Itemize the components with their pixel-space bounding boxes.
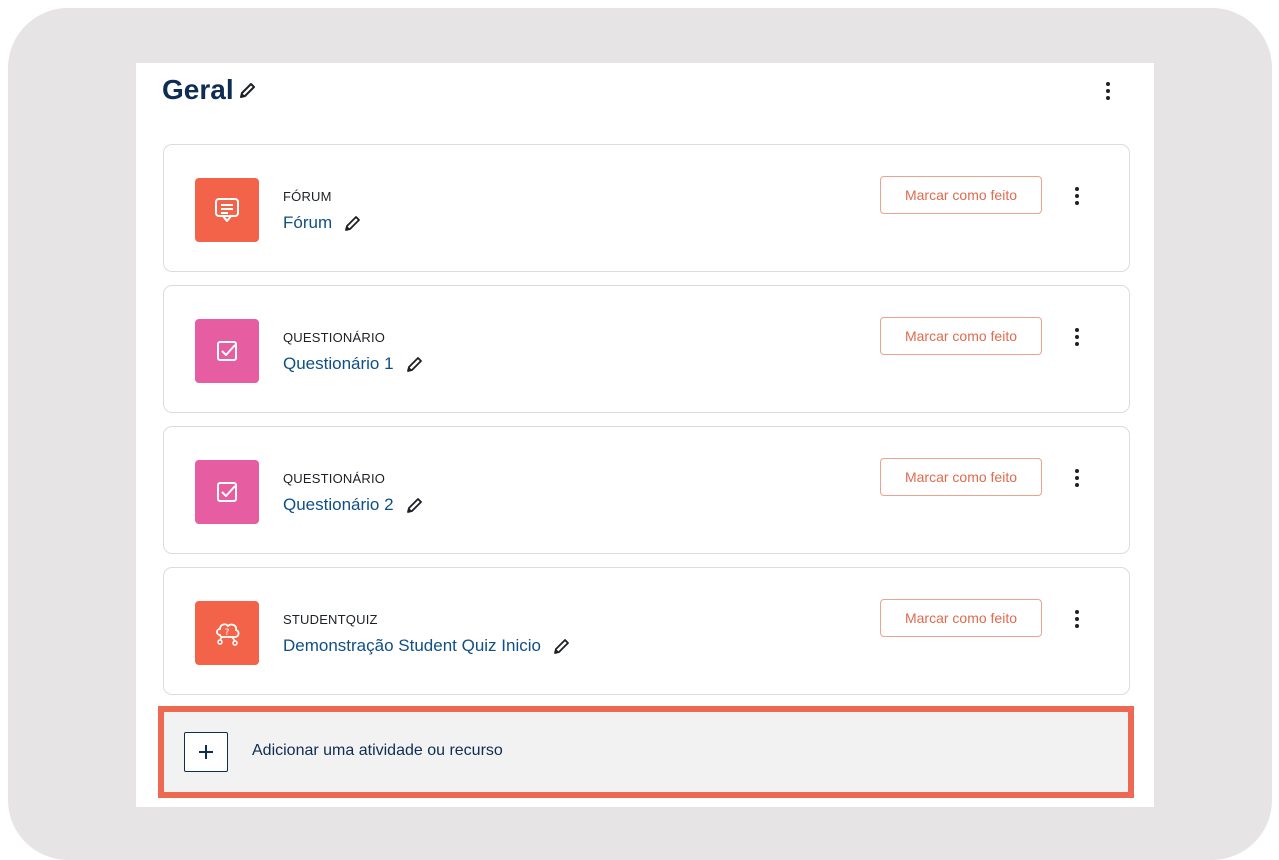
activity-type-label: STUDENTQUIZ bbox=[283, 612, 378, 627]
activity-name-link[interactable]: Demonstração Student Quiz Inicio bbox=[283, 636, 541, 656]
quiz-checkbox-icon bbox=[195, 460, 259, 524]
pencil-icon[interactable] bbox=[344, 214, 362, 232]
pencil-icon[interactable] bbox=[553, 637, 571, 655]
activity-menu-kebab-icon[interactable] bbox=[1070, 326, 1084, 348]
add-activity-area[interactable]: Adicionar uma atividade ou recurso bbox=[158, 706, 1134, 798]
activity-card-studentquiz: ? STUDENTQUIZ Demonstração Student Quiz … bbox=[163, 567, 1130, 695]
section-header: Geral bbox=[162, 74, 258, 106]
pencil-icon[interactable] bbox=[406, 355, 424, 373]
activity-name-link[interactable]: Fórum bbox=[283, 213, 332, 233]
activity-name-link[interactable]: Questionário 2 bbox=[283, 495, 394, 515]
section-menu-kebab-icon[interactable] bbox=[1101, 80, 1115, 102]
activity-card-forum: FÓRUM Fórum Marcar como feito bbox=[163, 144, 1130, 272]
studentquiz-icon: ? bbox=[195, 601, 259, 665]
activity-menu-kebab-icon[interactable] bbox=[1070, 467, 1084, 489]
mark-as-done-button[interactable]: Marcar como feito bbox=[880, 458, 1042, 496]
activity-card-quiz-1: QUESTIONÁRIO Questionário 1 Marcar como … bbox=[163, 285, 1130, 413]
activity-menu-kebab-icon[interactable] bbox=[1070, 608, 1084, 630]
add-activity-label[interactable]: Adicionar uma atividade ou recurso bbox=[252, 742, 503, 760]
activity-type-label: FÓRUM bbox=[283, 189, 332, 204]
plus-icon[interactable] bbox=[184, 732, 228, 772]
mark-as-done-button[interactable]: Marcar como feito bbox=[880, 317, 1042, 355]
section-title: Geral bbox=[162, 74, 234, 105]
forum-icon bbox=[195, 178, 259, 242]
activity-name-link[interactable]: Questionário 1 bbox=[283, 354, 394, 374]
svg-text:?: ? bbox=[225, 628, 230, 638]
quiz-checkbox-icon bbox=[195, 319, 259, 383]
mark-as-done-button[interactable]: Marcar como feito bbox=[880, 599, 1042, 637]
activity-type-label: QUESTIONÁRIO bbox=[283, 471, 386, 486]
activity-card-quiz-2: QUESTIONÁRIO Questionário 2 Marcar como … bbox=[163, 426, 1130, 554]
pencil-icon[interactable] bbox=[406, 496, 424, 514]
mark-as-done-button[interactable]: Marcar como feito bbox=[880, 176, 1042, 214]
activity-type-label: QUESTIONÁRIO bbox=[283, 330, 386, 345]
pencil-icon[interactable] bbox=[238, 80, 258, 100]
activity-menu-kebab-icon[interactable] bbox=[1070, 185, 1084, 207]
